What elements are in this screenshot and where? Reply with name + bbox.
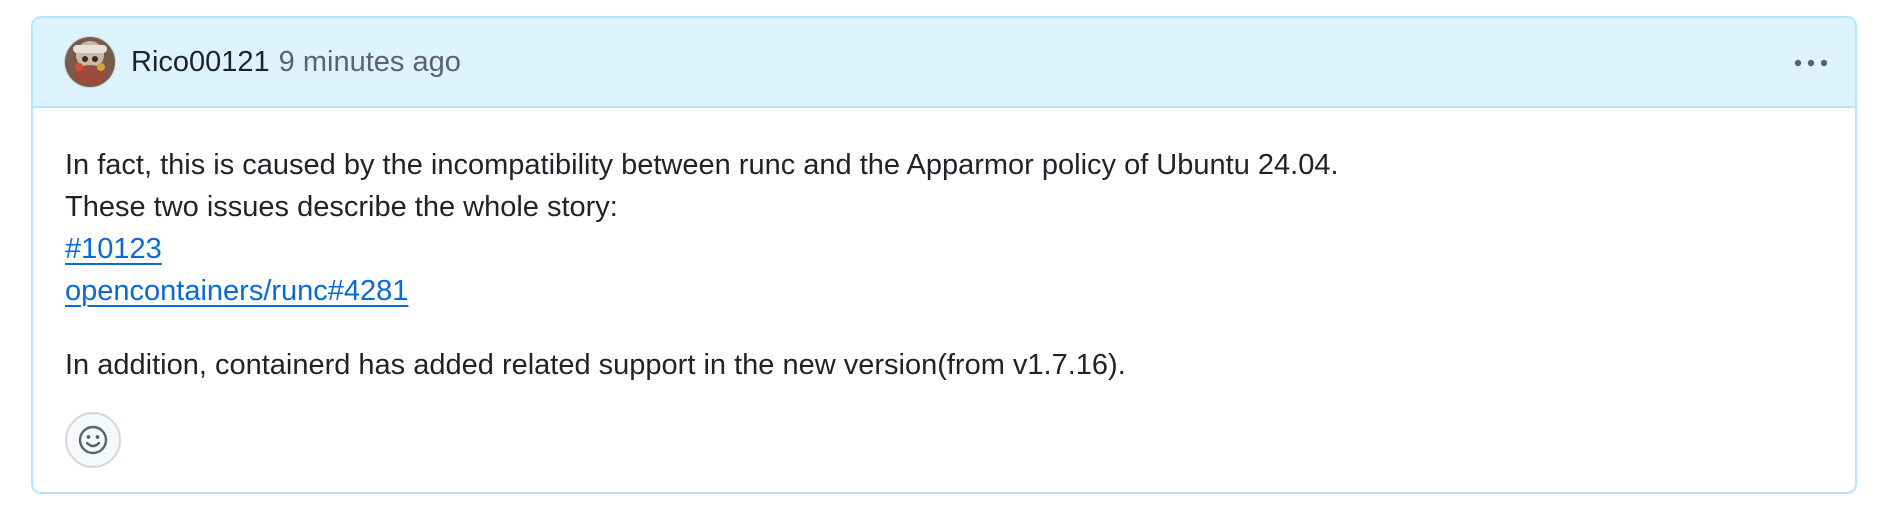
comment-timestamp[interactable]: 9 minutes ago — [279, 46, 461, 79]
comment-header: Rico00121 9 minutes ago — [33, 18, 1855, 108]
comment-card: Rico00121 9 minutes ago In fact, this is… — [31, 16, 1857, 494]
body-line-1: In fact, this is caused by the incompati… — [65, 149, 1339, 181]
avatar-image — [65, 37, 115, 87]
add-reaction-button[interactable] — [65, 412, 121, 468]
issue-link-10123[interactable]: #10123 — [65, 228, 162, 270]
issue-link-row: #10123 — [65, 228, 1823, 270]
body-line-2: These two issues describe the whole stor… — [65, 191, 618, 223]
comment-body: In fact, this is caused by the incompati… — [33, 108, 1855, 386]
more-options-icon — [1794, 59, 1828, 67]
kebab-horizontal-icon[interactable] — [1791, 45, 1831, 81]
body-line-3: In addition, containerd has added relate… — [65, 349, 1126, 381]
smiley-icon — [78, 425, 108, 455]
author-name[interactable]: Rico00121 — [131, 46, 270, 79]
issue-link-runc-4281[interactable]: opencontainers/runc#4281 — [65, 270, 408, 312]
issue-link-row: opencontainers/runc#4281 — [65, 270, 1823, 312]
author-avatar[interactable] — [65, 37, 115, 87]
